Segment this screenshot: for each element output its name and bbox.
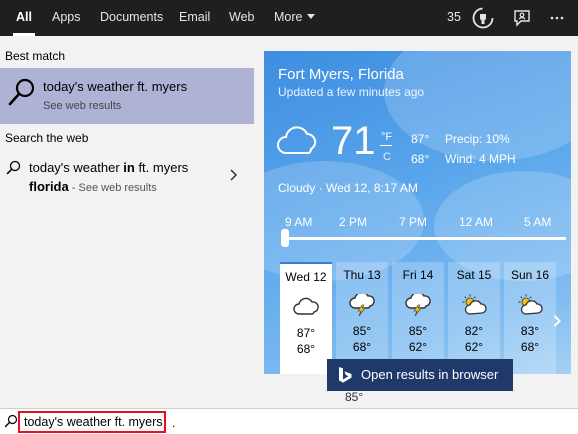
open-results-in-browser-button[interactable]: Open results in browser: [327, 359, 513, 391]
day-high: 82°: [464, 324, 484, 338]
day-high: 85°: [352, 324, 372, 338]
rewards-points: 35: [447, 10, 461, 24]
day-forecast-fri[interactable]: Fri 14 85° 62°: [392, 262, 444, 374]
unit-divider: [380, 145, 392, 146]
precipitation: Precip: 10%: [445, 132, 510, 146]
day-forecast-sat[interactable]: Sat 15 82° 62°: [448, 262, 500, 374]
web-result-line1: today's weather in ft. myers: [29, 160, 188, 175]
web-result-text: ft. myers: [134, 160, 189, 175]
thunderstorm-icon: [405, 294, 431, 316]
bing-logo-icon: [339, 367, 352, 383]
current-temperature: 71: [331, 119, 376, 163]
day-low: 62°: [408, 340, 428, 354]
today-low: 68°: [411, 152, 430, 166]
day-name: Sun 16: [510, 268, 550, 282]
web-result-item[interactable]: today's weather in ft. myers florida - S…: [0, 154, 254, 200]
day-forecast-sun[interactable]: Sun 16 83° 68°: [504, 262, 556, 374]
open-results-label: Open results in browser: [361, 367, 499, 382]
unit-celsius[interactable]: C: [383, 151, 391, 163]
day-name: Fri 14: [402, 268, 434, 282]
peek-temperature: 85°: [345, 390, 364, 404]
best-match-label: Best match: [5, 49, 66, 63]
web-result-subtitle: - See web results: [68, 182, 157, 194]
search-web-label: Search the web: [5, 131, 89, 145]
hour-label: 5 AM: [524, 215, 552, 229]
wind-speed: Wind: 4 MPH: [445, 152, 516, 166]
cloudy-icon: [293, 297, 319, 315]
search-icon: [4, 414, 18, 428]
day-forecast-wed[interactable]: Wed 12 87° 68°: [280, 262, 332, 374]
weather-updated: Updated a few minutes ago: [278, 85, 425, 99]
day-low: 68°: [352, 340, 372, 354]
thunderstorm-icon: [349, 294, 375, 316]
more-options-icon[interactable]: [550, 16, 564, 20]
day-high: 85°: [408, 324, 428, 338]
feedback-icon[interactable]: [513, 9, 531, 27]
hourly-slider-track[interactable]: [284, 237, 566, 240]
partly-sunny-icon: [518, 294, 543, 315]
top-tab-bar: All Apps Documents Email Web More 35: [0, 0, 578, 36]
search-input[interactable]: [18, 411, 166, 433]
preview-pane: Fort Myers, Florida Updated a few minute…: [257, 36, 578, 408]
hour-label: 12 AM: [459, 215, 494, 229]
unit-fahrenheit[interactable]: °F: [381, 131, 392, 143]
hour-label: 2 PM: [339, 215, 368, 229]
search-icon: [8, 78, 35, 106]
web-result-text: today's weather: [29, 160, 124, 175]
day-forecast-thu[interactable]: Thu 13 85° 68°: [336, 262, 388, 374]
tab-email[interactable]: Email: [179, 0, 210, 36]
day-name: Wed 12: [285, 270, 327, 284]
tab-all[interactable]: All: [13, 0, 35, 36]
tab-documents[interactable]: Documents: [100, 0, 163, 36]
day-low: 62°: [464, 340, 484, 354]
tab-more-label: More: [274, 10, 303, 24]
chevron-down-icon: [307, 14, 316, 19]
hour-label: 7 PM: [399, 215, 428, 229]
results-list: Best match today's weather ft. myers See…: [0, 36, 257, 408]
best-match-title: today's weather ft. myers: [43, 79, 188, 94]
partly-sunny-icon: [462, 294, 487, 315]
best-match-item[interactable]: today's weather ft. myers See web result…: [0, 68, 254, 124]
cloud-icon: [277, 126, 317, 154]
search-trailing-text: .: [172, 416, 176, 430]
today-high: 87°: [411, 132, 430, 146]
chevron-right-icon[interactable]: [553, 315, 561, 327]
tab-more[interactable]: More: [274, 0, 316, 36]
weather-card[interactable]: Fort Myers, Florida Updated a few minute…: [264, 51, 571, 408]
best-match-subtitle: See web results: [43, 100, 122, 112]
day-low: 68°: [520, 340, 540, 354]
search-icon: [6, 160, 21, 175]
web-result-bold: in: [123, 160, 135, 175]
web-result-bold: florida: [29, 179, 69, 194]
web-result-line2: florida - See web results: [29, 179, 157, 194]
tab-web[interactable]: Web: [229, 0, 254, 36]
hourly-slider-thumb[interactable]: [281, 229, 289, 247]
weather-condition: Cloudy · Wed 12, 8:17 AM: [278, 181, 418, 195]
taskbar-search-bar: .: [0, 408, 578, 434]
weather-city: Fort Myers, Florida: [278, 66, 404, 83]
chevron-right-icon[interactable]: [229, 169, 238, 181]
day-name: Sat 15: [456, 268, 492, 282]
tab-apps[interactable]: Apps: [52, 0, 81, 36]
hour-label: 9 AM: [285, 215, 313, 229]
day-high: 83°: [520, 324, 540, 338]
day-low: 68°: [296, 342, 316, 356]
day-name: Thu 13: [343, 268, 381, 282]
rewards-badge-icon[interactable]: [472, 7, 494, 29]
day-high: 87°: [296, 326, 316, 340]
